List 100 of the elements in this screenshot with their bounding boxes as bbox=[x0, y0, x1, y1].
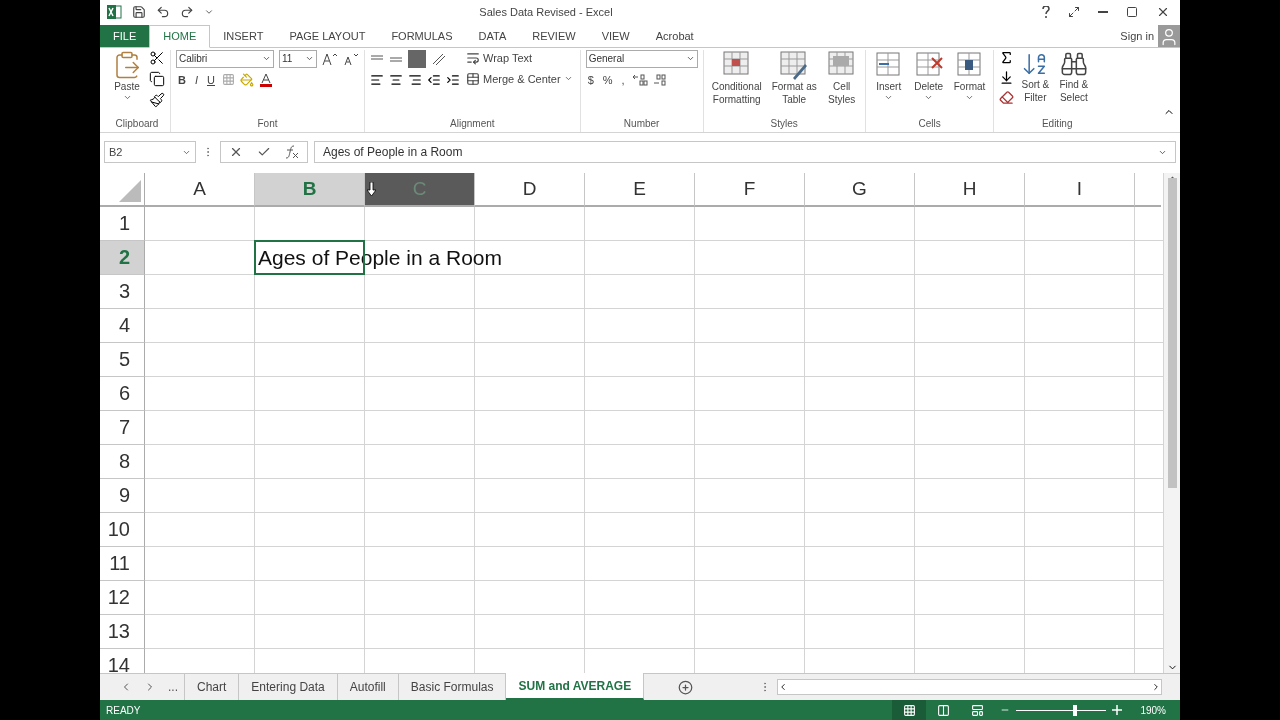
ribbon-tab[interactable]: HOME bbox=[149, 24, 211, 48]
decrease-font-icon[interactable] bbox=[343, 51, 359, 66]
format-painter-icon[interactable] bbox=[149, 91, 165, 108]
column-header[interactable]: A bbox=[145, 173, 255, 208]
view-icon bbox=[936, 703, 950, 717]
copy-icon[interactable] bbox=[149, 70, 165, 87]
corner-triangle-icon bbox=[119, 180, 141, 203]
scroll-right-icon[interactable] bbox=[1151, 682, 1161, 693]
plus-circle-icon bbox=[678, 679, 694, 695]
paste-button[interactable]: Paste bbox=[109, 49, 145, 102]
wrap-text-button[interactable]: Wrap Text bbox=[464, 49, 575, 66]
fill-color-icon[interactable] bbox=[239, 72, 254, 87]
maximize-icon bbox=[1126, 6, 1138, 19]
minimize-icon bbox=[1098, 11, 1108, 14]
cells-button[interactable]: Delete bbox=[910, 49, 947, 102]
group-label: Number bbox=[622, 117, 661, 131]
formula-field[interactable]: Ages of People in a Room bbox=[314, 141, 1176, 164]
vertical-scrollbar[interactable] bbox=[1163, 173, 1180, 674]
cells-button[interactable]: Insert bbox=[870, 49, 907, 102]
zoom-level[interactable]: 190% bbox=[1140, 704, 1166, 716]
row-header[interactable]: 8 bbox=[100, 445, 145, 480]
group-label: Editing bbox=[1040, 117, 1074, 131]
view-icon bbox=[970, 703, 984, 717]
column-header[interactable]: B bbox=[255, 173, 365, 208]
bottom-align-icon[interactable] bbox=[408, 49, 426, 68]
horizontal-scrollbar[interactable] bbox=[777, 679, 1162, 695]
status-text: READY bbox=[106, 704, 142, 716]
row-header[interactable]: 11 bbox=[100, 547, 145, 582]
font-color-icon[interactable] bbox=[258, 72, 273, 87]
row-header[interactable]: 1 bbox=[100, 207, 145, 242]
group-label: Cells bbox=[917, 117, 942, 131]
excel-logo-icon bbox=[106, 4, 122, 21]
merge-center-button[interactable]: Merge & Center bbox=[464, 70, 575, 87]
redo-icon[interactable] bbox=[180, 5, 194, 20]
align-right-icon[interactable] bbox=[408, 72, 422, 87]
column-header[interactable]: E bbox=[585, 173, 695, 208]
font-name-field[interactable]: Calibri bbox=[176, 49, 274, 68]
save-icon[interactable] bbox=[132, 5, 146, 20]
eraser-icon[interactable] bbox=[999, 89, 1015, 105]
decrease-indent-icon[interactable] bbox=[427, 72, 441, 87]
merge-cells-icon bbox=[466, 71, 480, 86]
wrap-text-icon bbox=[466, 50, 480, 65]
editing-button[interactable]: Sort & Filter bbox=[1018, 49, 1053, 104]
align-left-icon[interactable] bbox=[370, 72, 384, 87]
group-label: Clipboard bbox=[114, 117, 160, 131]
scroll-thumb[interactable] bbox=[1167, 178, 1177, 489]
row-header[interactable]: 7 bbox=[100, 411, 145, 446]
view-button[interactable] bbox=[892, 700, 927, 720]
sign-in-link[interactable]: Sign in bbox=[1120, 29, 1154, 42]
row-header[interactable]: 13 bbox=[100, 615, 145, 650]
font-size-field[interactable]: 11 bbox=[279, 49, 317, 68]
name-box[interactable]: B2 bbox=[104, 141, 196, 164]
row-header[interactable]: 6 bbox=[100, 377, 145, 412]
sheet-tab[interactable]: SUM and AVERAGE bbox=[506, 673, 645, 700]
row-header[interactable]: 5 bbox=[100, 343, 145, 378]
italic-button[interactable]: I bbox=[192, 72, 200, 87]
number-format-field[interactable]: General bbox=[585, 49, 698, 68]
ribbon-tab[interactable]: FILE bbox=[100, 24, 150, 47]
styles-button[interactable]: Format as Table bbox=[768, 49, 820, 106]
column-header[interactable]: F bbox=[695, 173, 805, 208]
row-header[interactable]: 4 bbox=[100, 309, 145, 344]
styles-button[interactable]: Conditional Formatting bbox=[708, 49, 765, 106]
column-header[interactable]: I bbox=[1025, 173, 1135, 208]
format-table-icon bbox=[779, 49, 810, 80]
orientation-icon[interactable] bbox=[431, 51, 447, 66]
increase-indent-icon[interactable] bbox=[446, 72, 460, 87]
dropdown-icon bbox=[182, 148, 191, 157]
row-header[interactable]: 12 bbox=[100, 581, 145, 616]
undo-icon[interactable] bbox=[156, 5, 170, 20]
cut-icon[interactable] bbox=[149, 49, 165, 66]
comma-button[interactable]: , bbox=[619, 72, 627, 87]
window-title: Sales Data Revised - Excel bbox=[478, 6, 614, 19]
down-arrow-cursor-icon bbox=[367, 182, 376, 197]
row-header[interactable]: 10 bbox=[100, 513, 145, 548]
percent-button[interactable]: % bbox=[600, 72, 615, 87]
underline-button[interactable]: U bbox=[205, 72, 217, 87]
zoom-in-icon[interactable] bbox=[1112, 705, 1123, 715]
group-label: Styles bbox=[769, 117, 799, 131]
view-icon bbox=[902, 703, 916, 717]
question-icon bbox=[1042, 6, 1050, 19]
group-label: Alignment bbox=[449, 117, 496, 131]
expand-icon bbox=[1068, 6, 1080, 19]
align-center-icon[interactable] bbox=[389, 72, 403, 87]
increase-font-icon[interactable] bbox=[322, 51, 338, 66]
decrease-decimal-icon[interactable] bbox=[652, 72, 669, 87]
column-header[interactable]: H bbox=[915, 173, 1025, 208]
cells-button[interactable]: Format bbox=[950, 49, 989, 102]
currency-button[interactable]: $ bbox=[585, 72, 596, 87]
row-header[interactable]: 9 bbox=[100, 479, 145, 514]
column-header[interactable]: G bbox=[805, 173, 915, 208]
editing-button[interactable]: Find & Select bbox=[1056, 49, 1092, 104]
increase-decimal-icon[interactable] bbox=[631, 72, 648, 87]
row-header[interactable]: 2 bbox=[100, 241, 145, 276]
bold-button[interactable]: B bbox=[176, 72, 188, 87]
group-label: Font bbox=[256, 117, 279, 131]
column-header[interactable]: D bbox=[475, 173, 585, 208]
row-header[interactable]: 3 bbox=[100, 275, 145, 310]
styles-button[interactable]: Cell Styles bbox=[823, 49, 860, 106]
function-icon[interactable] bbox=[285, 145, 299, 160]
zoom-thumb[interactable] bbox=[1072, 704, 1077, 716]
